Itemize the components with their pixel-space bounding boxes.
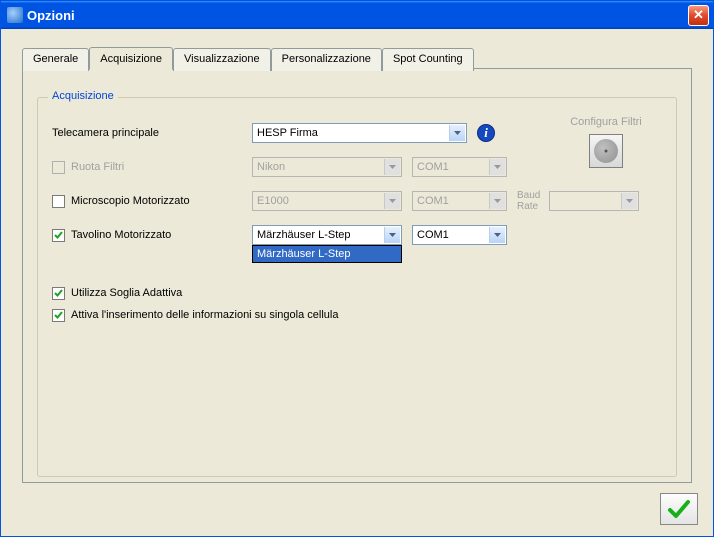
app-icon [7, 7, 23, 23]
checkmark-icon [667, 497, 691, 521]
chevron-down-icon [489, 227, 505, 243]
microscopio-port: COM1 [417, 195, 449, 207]
ruota-filtri-port: COM1 [417, 161, 449, 173]
chevron-down-icon [384, 193, 400, 209]
tavolino-combo[interactable]: Märzhäuser L-Step [252, 225, 402, 245]
check-icon [54, 311, 63, 320]
check-icon [54, 231, 63, 240]
inserimento-label: Attiva l'inserimento delle informazioni … [71, 309, 338, 321]
tab-personalizzazione[interactable]: Personalizzazione [271, 48, 382, 71]
chevron-down-icon [489, 159, 505, 175]
tavolino-checkbox[interactable] [52, 229, 65, 242]
chevron-down-icon [449, 125, 465, 141]
tavolino-port-combo[interactable]: COM1 [412, 225, 507, 245]
microscopio-value: E1000 [257, 195, 289, 207]
options-window: Opzioni ✕ Generale Acquisizione Visualiz… [0, 0, 714, 537]
tab-spot-counting[interactable]: Spot Counting [382, 48, 474, 71]
chevron-down-icon [621, 193, 637, 209]
soglia-label: Utilizza Soglia Adattiva [71, 287, 182, 299]
tab-visualizzazione[interactable]: Visualizzazione [173, 48, 271, 71]
groupbox-legend: Acquisizione [48, 90, 118, 102]
ruota-filtri-checkbox [52, 161, 65, 174]
telecamera-combo[interactable]: HESP Firma [252, 123, 467, 143]
tavolino-label: Tavolino Motorizzato [71, 229, 171, 241]
microscopio-label: Microscopio Motorizzato [71, 195, 190, 207]
microscopio-checkbox[interactable] [52, 195, 65, 208]
tab-acquisizione[interactable]: Acquisizione [89, 47, 173, 70]
titlebar: Opzioni ✕ [1, 1, 713, 29]
microscopio-combo: E1000 [252, 191, 402, 211]
tavolino-option[interactable]: Märzhäuser L-Step [253, 246, 401, 262]
tabpanel-acquisizione: Acquisizione Configura Filtri Telecamera… [22, 68, 692, 483]
telecamera-value: HESP Firma [257, 127, 318, 139]
ruota-filtri-combo: Nikon [252, 157, 402, 177]
baud-rate-combo [549, 191, 639, 211]
chevron-down-icon [384, 159, 400, 175]
tavolino-port: COM1 [417, 229, 449, 241]
close-button[interactable]: ✕ [688, 5, 709, 26]
close-icon: ✕ [693, 7, 704, 23]
chevron-down-icon [489, 193, 505, 209]
ruota-filtri-port-combo: COM1 [412, 157, 507, 177]
client-area: Generale Acquisizione Visualizzazione Pe… [4, 29, 710, 533]
tab-generale[interactable]: Generale [22, 48, 89, 71]
window-title: Opzioni [27, 8, 688, 23]
chevron-down-icon [384, 227, 400, 243]
telecamera-label: Telecamera principale [52, 127, 159, 139]
inserimento-checkbox[interactable] [52, 309, 65, 322]
check-icon [54, 289, 63, 298]
tavolino-dropdown-list[interactable]: Märzhäuser L-Step [252, 245, 402, 263]
tabstrip: Generale Acquisizione Visualizzazione Pe… [22, 47, 474, 70]
soglia-checkbox[interactable] [52, 287, 65, 300]
tavolino-value: Märzhäuser L-Step [257, 229, 351, 241]
ruota-filtri-value: Nikon [257, 161, 285, 173]
baud-rate-label: Baud Rate [517, 190, 545, 212]
ruota-filtri-label: Ruota Filtri [71, 161, 124, 173]
info-icon[interactable]: i [477, 124, 495, 142]
microscopio-port-combo: COM1 [412, 191, 507, 211]
ok-button[interactable] [660, 493, 698, 525]
groupbox-acquisizione: Acquisizione Configura Filtri Telecamera… [37, 97, 677, 477]
